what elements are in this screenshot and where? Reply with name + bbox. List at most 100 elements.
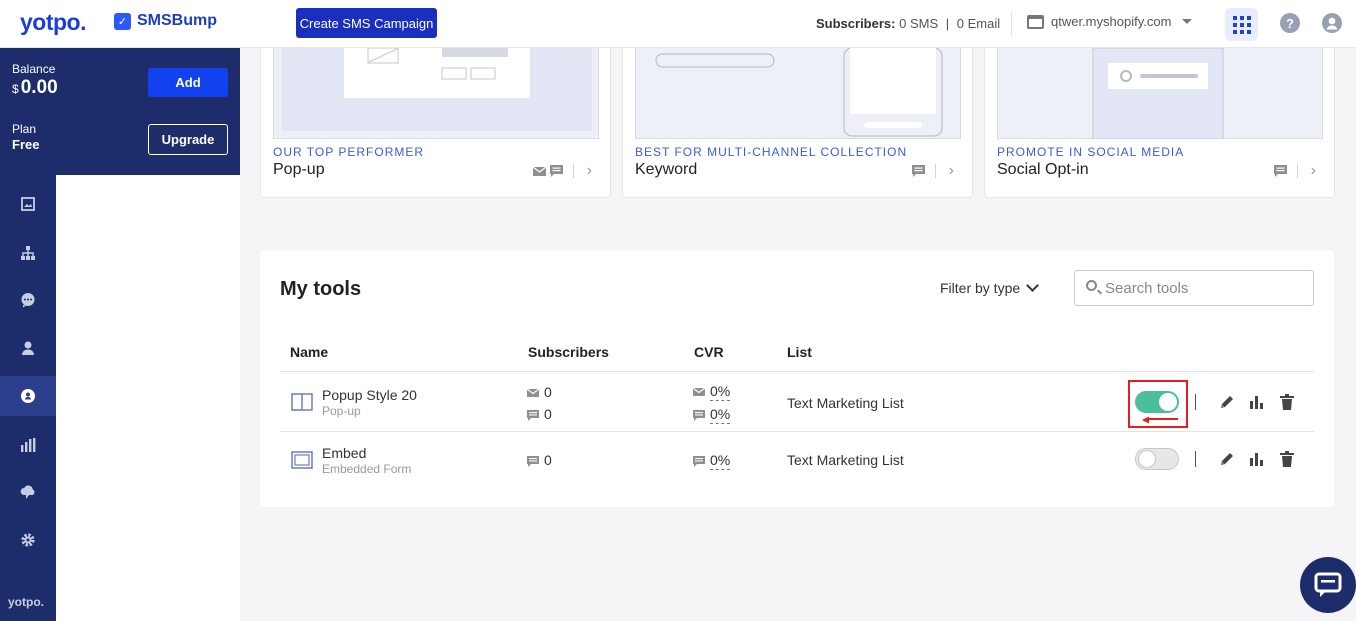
subscribers-label: Subscribers: <box>816 16 896 31</box>
card-category: OUR TOP PERFORMER <box>273 145 425 159</box>
plan-value: Free <box>12 137 40 152</box>
card-title: Keyword <box>635 161 698 178</box>
card-channel-icons <box>1274 164 1298 178</box>
email-icon <box>527 388 539 398</box>
tool-name[interactable]: Embed <box>322 445 366 461</box>
chevron-right-icon[interactable]: › <box>587 162 592 180</box>
sms-subscribers: 0 <box>527 452 552 468</box>
shop-name: qtwer.myshopify.com <box>1051 14 1172 29</box>
store-icon <box>1027 14 1044 29</box>
support-chat-button[interactable] <box>1300 557 1356 613</box>
sitemap-icon[interactable] <box>0 233 56 273</box>
email-icon <box>533 166 546 176</box>
column-header-list: List <box>787 344 812 360</box>
tool-card-popup[interactable]: OUR TOP PERFORMER Pop-up › <box>260 47 611 198</box>
tool-card-keyword[interactable]: BEST FOR MULTI-CHANNEL COLLECTION Keywor… <box>622 47 973 198</box>
image-icon[interactable] <box>0 184 56 224</box>
footer-brand: yotpo. <box>8 595 44 609</box>
smsbump-check-icon: ✓ <box>114 12 131 30</box>
tool-list: Text Marketing List <box>787 395 904 411</box>
subscriber-tools-icon[interactable] <box>0 376 56 416</box>
email-cvr: 0% <box>693 383 731 401</box>
table-header-divider <box>280 371 1314 372</box>
email-icon <box>693 387 705 397</box>
sms-icon <box>1274 165 1287 177</box>
sms-cvr: 0% <box>693 452 731 470</box>
filter-by-type-dropdown[interactable]: Filter by type <box>940 279 1040 296</box>
my-tools-title: My tools <box>280 278 362 300</box>
cloud-chat-icon[interactable] <box>0 472 56 512</box>
upgrade-button[interactable]: Upgrade <box>148 124 228 155</box>
caret-down-icon <box>1182 19 1193 24</box>
chevron-right-icon[interactable]: › <box>1311 162 1316 180</box>
tool-list: Text Marketing List <box>787 452 904 468</box>
tool-type: Embedded Form <box>322 462 412 476</box>
card-category: BEST FOR MULTI-CHANNEL COLLECTION <box>635 145 908 159</box>
column-header-subscribers: Subscribers <box>528 344 609 360</box>
actions-divider <box>1195 451 1196 467</box>
filter-label: Filter by type <box>940 280 1021 296</box>
embed-layout-icon <box>291 451 313 469</box>
chat-bubble-icon[interactable] <box>0 280 56 320</box>
card-channel-icons <box>533 164 574 178</box>
trash-icon[interactable] <box>1280 451 1294 467</box>
sidebar-nav: yotpo. <box>0 175 56 621</box>
subscribers-email: 0 Email <box>956 16 1001 31</box>
social-illustration <box>997 47 1323 140</box>
header-divider <box>1011 12 1012 36</box>
search-tools-input[interactable] <box>1074 270 1314 306</box>
subscribers-separator: | <box>945 16 950 31</box>
smsbump-logo[interactable]: ✓ SMSBump <box>114 12 217 30</box>
search-icon <box>1086 280 1097 291</box>
shop-selector[interactable]: qtwer.myshopify.com <box>1027 14 1193 29</box>
card-title: Social Opt-in <box>997 161 1089 178</box>
sms-icon <box>550 165 563 177</box>
popup-illustration <box>273 47 599 139</box>
my-tools-panel: My tools Filter by type Name Subscribers… <box>260 250 1334 507</box>
account-panel: Balance $0.00 Add Plan Free Upgrade <box>0 48 240 175</box>
tool-card-social-opt-in[interactable]: PROMOTE IN SOCIAL MEDIA Social Opt-in › <box>984 47 1335 198</box>
bar-chart-icon[interactable] <box>0 425 56 465</box>
sms-icon <box>912 165 925 177</box>
chevron-down-icon <box>1026 279 1040 292</box>
card-title: Pop-up <box>273 161 325 178</box>
chat-icon <box>1314 572 1342 597</box>
edit-pencil-icon[interactable] <box>1219 451 1235 467</box>
stats-chart-icon[interactable] <box>1249 394 1265 410</box>
card-category: PROMOTE IN SOCIAL MEDIA <box>997 145 1185 159</box>
tool-type: Pop-up <box>322 404 361 418</box>
trash-icon[interactable] <box>1280 394 1294 410</box>
yotpo-logo[interactable]: yotpo. <box>20 9 87 36</box>
red-arrow-icon <box>1142 416 1178 424</box>
top-bar: yotpo. ✓ SMSBump Create SMS Campaign Sub… <box>0 0 1356 48</box>
sms-cvr: 0% <box>693 406 731 424</box>
column-header-name: Name <box>290 344 329 360</box>
account-avatar-icon[interactable] <box>1322 13 1342 33</box>
chevron-right-icon[interactable]: › <box>949 162 954 180</box>
sms-icon <box>527 409 539 421</box>
create-sms-campaign-button[interactable]: Create SMS Campaign <box>296 8 437 38</box>
product-name: SMSBump <box>137 12 217 29</box>
email-subscribers: 0 <box>527 384 552 400</box>
keyword-illustration <box>635 47 961 139</box>
gear-icon[interactable] <box>0 520 56 560</box>
tool-name[interactable]: Popup Style 20 <box>322 387 417 403</box>
sms-icon <box>693 455 705 467</box>
popup-layout-icon <box>291 393 313 411</box>
currency-symbol: $ <box>12 82 19 96</box>
person-icon[interactable] <box>0 328 56 368</box>
balance-amount: 0.00 <box>20 77 58 98</box>
help-icon[interactable]: ? <box>1280 13 1300 33</box>
apps-grid-button[interactable] <box>1225 8 1258 41</box>
add-balance-button[interactable]: Add <box>148 68 228 97</box>
sidebar-subpanel <box>56 175 240 621</box>
balance-label: Balance <box>12 62 56 76</box>
tool-enabled-toggle[interactable] <box>1135 448 1179 470</box>
stats-chart-icon[interactable] <box>1249 451 1265 467</box>
sms-icon <box>527 455 539 467</box>
subscribers-sms: 0 SMS <box>899 16 939 31</box>
edit-pencil-icon[interactable] <box>1219 394 1235 410</box>
actions-divider <box>1195 394 1196 410</box>
sms-subscribers: 0 <box>527 406 552 422</box>
row-divider <box>280 431 1314 432</box>
